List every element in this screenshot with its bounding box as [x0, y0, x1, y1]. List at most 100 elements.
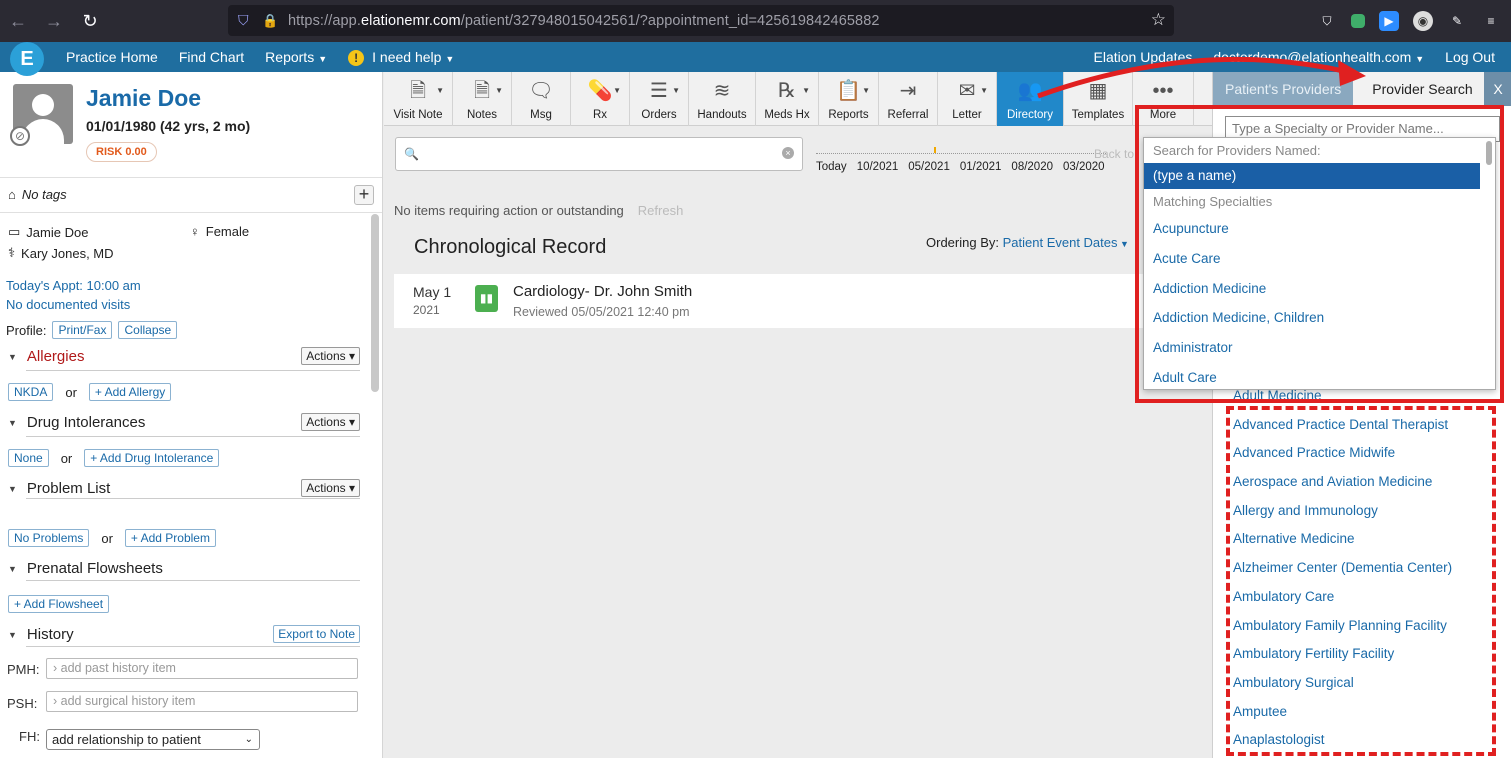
add-tag-button[interactable]: +: [354, 185, 374, 205]
specialty-list-item[interactable]: Amputee: [1233, 704, 1503, 733]
collapse-triangle-icon[interactable]: ▼: [8, 352, 17, 362]
nav-user-menu[interactable]: doctordemo@elationhealth.com ▼: [1213, 49, 1424, 65]
no-problems-button[interactable]: No Problems: [8, 529, 90, 547]
patient-name[interactable]: Jamie Doe: [86, 85, 201, 112]
menu-icon[interactable]: ≡: [1481, 11, 1501, 31]
specialty-list-item[interactable]: Ambulatory Surgical: [1233, 675, 1503, 704]
history-header[interactable]: ▼ History Export to Note: [8, 625, 360, 643]
toolbar-directory-button[interactable]: 👥 Directory: [997, 72, 1064, 126]
reload-icon[interactable]: ↻: [72, 0, 108, 42]
chevron-down-icon[interactable]: ▼: [613, 86, 621, 95]
specialty-list-item[interactable]: Alzheimer Center (Dementia Center): [1233, 560, 1503, 589]
toolbar-letter-button[interactable]: ✉ ▼ Letter: [938, 72, 997, 126]
tab-provider-search[interactable]: Provider Search: [1353, 72, 1492, 106]
toolbar-visit-note-button[interactable]: 🗎 ▼ Visit Note: [384, 72, 453, 126]
extension-icon[interactable]: [1351, 14, 1365, 28]
sidebar-scrollbar[interactable]: [371, 214, 379, 392]
add-allergy-button[interactable]: + Add Allergy: [88, 383, 172, 401]
pen-icon[interactable]: ✎: [1447, 11, 1467, 31]
dropdown-specialty-item[interactable]: Addiction Medicine: [1144, 274, 1495, 304]
forward-arrow-icon[interactable]: →: [36, 0, 72, 42]
url-text[interactable]: https://app.elationemr.com/patient/32794…: [288, 13, 880, 29]
pocket-icon[interactable]: ⛉: [1317, 11, 1337, 31]
fh-relationship-select[interactable]: add relationship to patient ⌄: [46, 729, 260, 750]
specialty-list-item[interactable]: Ambulatory Fertility Facility: [1233, 646, 1503, 675]
toolbar-meds-hx-button[interactable]: ℞ ▼ Meds Hx: [756, 72, 819, 126]
chevron-down-icon[interactable]: ▼: [436, 86, 444, 95]
collapse-triangle-icon[interactable]: ▼: [8, 418, 17, 428]
specialty-list-item[interactable]: Ambulatory Care: [1233, 589, 1503, 618]
export-to-note-button[interactable]: Export to Note: [273, 625, 360, 643]
tab-patients-providers[interactable]: Patient's Providers: [1213, 72, 1353, 106]
collapse-triangle-icon[interactable]: ▼: [8, 630, 17, 640]
drug-actions-button[interactable]: Actions ▾: [301, 413, 360, 431]
dropdown-item-type-name[interactable]: (type a name): [1144, 163, 1480, 189]
nkda-button[interactable]: NKDA: [8, 383, 54, 401]
chart-search-input[interactable]: 🔍 ×: [395, 137, 803, 171]
specialty-list-item[interactable]: Allergy and Immunology: [1233, 503, 1503, 532]
drug-intolerances-header[interactable]: ▼ Drug Intolerances Actions ▾: [8, 413, 360, 431]
specialty-list-item[interactable]: Anaplastologist: [1233, 732, 1503, 758]
dropdown-specialty-item[interactable]: Acute Care: [1144, 244, 1495, 274]
print-fax-button[interactable]: Print/Fax: [52, 321, 113, 339]
chevron-down-icon[interactable]: ▼: [802, 86, 810, 95]
documented-visits[interactable]: No documented visits: [6, 297, 130, 312]
record-title[interactable]: Cardiology- Dr. John Smith: [513, 283, 692, 300]
specialty-list-item[interactable]: Aerospace and Aviation Medicine: [1233, 474, 1503, 503]
nav-find-chart[interactable]: Find Chart: [179, 49, 244, 65]
specialty-list-item[interactable]: Advanced Practice Dental Therapist: [1233, 417, 1503, 446]
chevron-down-icon[interactable]: ▼: [495, 86, 503, 95]
specialty-list-item[interactable]: Ambulatory Family Planning Facility: [1233, 618, 1503, 647]
ordering-control[interactable]: Ordering By: Patient Event Dates ▼: [926, 235, 1129, 250]
nav-reports[interactable]: Reports ▼: [265, 49, 327, 65]
bookmark-star-icon[interactable]: ☆: [1151, 10, 1166, 30]
timeline-label[interactable]: 08/2020: [1011, 161, 1053, 173]
specialty-list-item[interactable]: Adult Medicine: [1233, 388, 1503, 417]
psh-input[interactable]: › add surgical history item: [46, 691, 358, 712]
chevron-down-icon[interactable]: ▼: [980, 86, 988, 95]
close-panel-button[interactable]: X: [1484, 72, 1511, 106]
toolbar-referral-button[interactable]: ⇥ Referral: [879, 72, 938, 126]
toolbar-handouts-button[interactable]: ≋ Handouts: [689, 72, 756, 126]
timeline-label[interactable]: 10/2021: [857, 161, 899, 173]
toolbar-orders-button[interactable]: ☰ ▼ Orders: [630, 72, 689, 126]
risk-badge[interactable]: RISK 0.00: [86, 142, 157, 162]
collapse-triangle-icon[interactable]: ▼: [8, 564, 17, 574]
todays-appt[interactable]: Today's Appt: 10:00 am: [6, 278, 141, 293]
problem-list-header[interactable]: ▼ Problem List Actions ▾: [8, 479, 360, 497]
ordering-value[interactable]: Patient Event Dates: [1003, 235, 1118, 250]
timeline-label[interactable]: 03/2020: [1063, 161, 1105, 173]
timeline-label[interactable]: 05/2021: [908, 161, 950, 173]
lock-icon[interactable]: 🔒: [262, 13, 280, 29]
specialty-list-item[interactable]: Alternative Medicine: [1233, 531, 1503, 560]
toolbar-rx-button[interactable]: 💊 ▼ Rx: [571, 72, 630, 126]
allergies-header[interactable]: ▼ Allergies Actions ▾: [8, 347, 360, 365]
dropdown-specialty-item[interactable]: Addiction Medicine, Children: [1144, 303, 1495, 333]
problem-actions-button[interactable]: Actions ▾: [301, 479, 360, 497]
dropdown-specialty-item[interactable]: Acupuncture: [1144, 214, 1495, 244]
dropdown-specialty-item[interactable]: Administrator: [1144, 333, 1495, 363]
collapse-triangle-icon[interactable]: ▼: [8, 484, 17, 494]
nav-elation-updates[interactable]: Elation Updates: [1094, 49, 1193, 65]
allergies-actions-button[interactable]: Actions ▾: [301, 347, 360, 365]
add-problem-button[interactable]: + Add Problem: [124, 529, 216, 547]
timeline-label[interactable]: 01/2021: [960, 161, 1002, 173]
elation-logo[interactable]: E: [10, 42, 44, 76]
toolbar-templates-button[interactable]: ▦ Templates: [1064, 72, 1133, 126]
account-icon[interactable]: ◉: [1413, 11, 1433, 31]
chevron-down-icon[interactable]: ▼: [672, 86, 680, 95]
specialty-list-item[interactable]: Advanced Practice Midwife: [1233, 445, 1503, 474]
timeline[interactable]: Today 10/2021 05/2021 01/2021 08/2020 03…: [816, 145, 1116, 185]
dropdown-scrollbar[interactable]: [1486, 141, 1492, 165]
refresh-link[interactable]: Refresh: [638, 203, 684, 218]
add-flowsheet-button[interactable]: + Add Flowsheet: [8, 595, 110, 613]
add-drug-intolerance-button[interactable]: + Add Drug Intolerance: [84, 449, 220, 467]
timeline-today[interactable]: Today: [816, 161, 847, 173]
toolbar-more-button[interactable]: ••• More: [1133, 72, 1194, 126]
toolbar-notes-button[interactable]: 🗎 ▼ Notes: [453, 72, 512, 126]
clear-icon[interactable]: ×: [782, 147, 794, 159]
record-item[interactable]: May 1 2021 ▮▮ Cardiology- Dr. John Smith…: [394, 274, 1212, 328]
shield-icon[interactable]: ⛉: [238, 12, 256, 29]
no-drug-intolerance-button[interactable]: None: [8, 449, 49, 467]
prenatal-header[interactable]: ▼ Prenatal Flowsheets: [8, 560, 360, 577]
